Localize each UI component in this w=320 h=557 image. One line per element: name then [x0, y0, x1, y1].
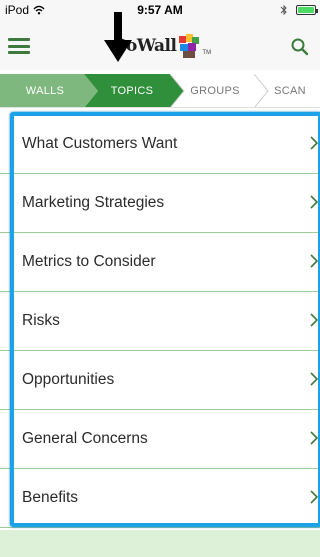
list-item-label: General Concerns: [22, 430, 148, 447]
status-bar: iPod 9:57 AM: [0, 0, 320, 20]
topic-list: What Customers Want Marketing Strategies…: [0, 115, 320, 530]
footer-band: [0, 530, 320, 557]
chevron-right-icon: [310, 254, 318, 268]
tab-groups[interactable]: GROUPS: [170, 74, 260, 108]
list-item-marketing-strategies[interactable]: Marketing Strategies: [0, 174, 320, 233]
chevron-right-icon: [310, 490, 318, 504]
logo-trademark: TM: [202, 50, 212, 56]
chevron-right-icon: [310, 195, 318, 209]
list-item-general-concerns[interactable]: General Concerns: [0, 410, 320, 469]
list-item-what-customers-want[interactable]: What Customers Want: [0, 115, 320, 174]
battery-icon: [296, 5, 318, 15]
list-item-benefits[interactable]: Benefits: [0, 469, 320, 528]
list-item-label: What Customers Want: [22, 135, 178, 152]
tab-topics[interactable]: TOPICS: [92, 74, 172, 108]
tab-walls[interactable]: WALLS: [0, 74, 90, 108]
chevron-right-icon: [310, 136, 318, 150]
list-item-label: Opportunities: [22, 371, 115, 388]
list-item-label: Metrics to Consider: [22, 253, 156, 270]
list-item-risks[interactable]: Risks: [0, 292, 320, 351]
list-item-opportunities[interactable]: Opportunities: [0, 351, 320, 410]
tab-bar: WALLS TOPICS GROUPS SCAN: [0, 74, 320, 108]
list-item-label: Benefits: [22, 489, 79, 506]
status-right: [280, 4, 318, 16]
list-item-label: Risks: [22, 312, 60, 329]
list-item-label: Marketing Strategies: [22, 194, 165, 211]
down-arrow-annotation-icon: [104, 12, 132, 62]
app-header: GoWall TM: [0, 20, 320, 70]
status-time: 9:57 AM: [137, 3, 183, 17]
list-item-metrics-to-consider[interactable]: Metrics to Consider: [0, 233, 320, 292]
logo-blocks-icon: [179, 34, 200, 58]
chevron-right-icon: [310, 431, 318, 445]
bluetooth-icon: [280, 4, 287, 16]
hamburger-menu-icon[interactable]: [8, 38, 30, 54]
chevron-right-icon: [310, 372, 318, 386]
tab-scan[interactable]: SCAN: [258, 74, 320, 108]
chevron-right-icon: [310, 313, 318, 327]
search-icon[interactable]: [290, 37, 310, 57]
